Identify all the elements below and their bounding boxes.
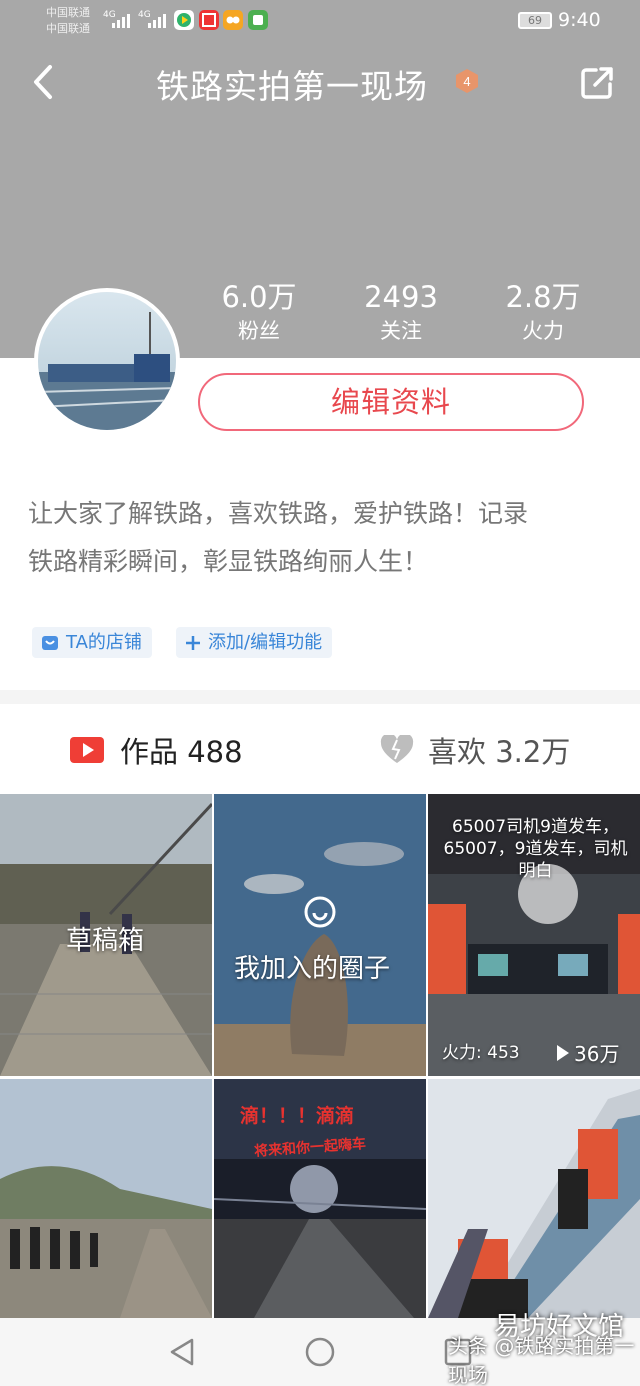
signal-1-icon [112,12,130,28]
play-icon [557,1044,569,1061]
share-icon[interactable] [578,64,616,102]
profile-screen: 中国联通 中国联通 4G 4G 69 9:40 铁路实拍第一现场 4 6.0万 … [0,0,640,1386]
stat-fans-label: 粉丝 [238,319,280,343]
stat-following-value: 2493 [364,280,438,314]
circle-label: 我加入的圈子 [234,954,391,984]
stat-fans-value: 6.0万 [221,280,297,314]
stat-fire-label: 火力 [522,319,564,343]
post-tile-1-image [0,1079,212,1318]
section-divider [0,690,640,704]
add-feature-chip[interactable]: 添加/编辑功能 [176,627,333,658]
watermark-author: 头条 @铁路实拍第一现场 [448,1334,635,1386]
shop-icon [42,635,58,650]
post-tile-3-image [428,1079,640,1318]
signal-2-icon [148,12,166,28]
circle-smile-icon [304,896,336,932]
battery-icon: 69 [518,12,552,29]
nav-back-icon[interactable] [164,1332,204,1372]
level-badge-text: 4 [463,74,470,89]
plus-icon [186,635,200,650]
reader-app-icon [248,10,268,30]
video-play-icon [70,737,104,763]
bio-line-1: 让大家了解铁路，喜欢铁路，爱护铁路！记录 [28,499,529,528]
video-caption: 65007司机9道发车，65007，9道发车，司机明白 [443,817,628,881]
drafts-label: 草稿箱 [66,926,145,956]
bio-line-2: 铁路精彩瞬间，彰显铁路绚丽人生！ [28,547,429,576]
post-2-text-1: 滴！！！滴滴 [240,1105,355,1127]
video-fire-count: 火力: 453 [442,1043,520,1063]
status-bar: 中国联通 中国联通 4G 4G 69 9:40 [0,0,640,44]
drafts-tile[interactable]: 草稿箱 [0,794,212,1076]
stat-fire[interactable]: 2.8万 火力 [488,278,598,346]
heart-icon [380,735,414,763]
nav-home-icon[interactable] [300,1332,340,1372]
page-title: 铁路实拍第一现场 [156,67,428,106]
video-tile[interactable]: 65007司机9道发车，65007，9道发车，司机明白 火力: 453 36万 [428,794,640,1076]
back-arrow-icon[interactable] [30,62,66,102]
post-tile-2[interactable]: 滴！！！滴滴 将来和你一起嗨车 [214,1079,426,1318]
post-tile-1[interactable] [0,1079,212,1318]
audio-app-icon [199,10,219,30]
avatar[interactable] [34,288,180,434]
stat-following[interactable]: 2493 关注 [346,278,456,346]
shop-chip-label: TA的店铺 [66,632,142,653]
video-plays-count: 36万 [574,1042,620,1066]
stat-fire-value: 2.8万 [505,280,581,314]
carrier-labels: 中国联通 中国联通 [46,5,90,37]
tab-works-label: 作品 488 [120,735,243,769]
tab-works[interactable]: 作品 488 [70,728,243,772]
tab-likes-label: 喜欢 3.2万 [428,735,571,769]
video-app-icon [174,10,194,30]
video-plays: 36万 [556,1038,619,1067]
profile-bio: 让大家了解铁路，喜欢铁路，爱护铁路！记录 铁路精彩瞬间，彰显铁路绚丽人生！ [28,490,618,586]
clock: 9:40 [558,9,601,31]
stat-following-label: 关注 [380,319,422,343]
circle-tile-image [214,794,426,1076]
carrier-1: 中国联通 [46,6,90,19]
carrier-2: 中国联通 [46,22,90,35]
add-feature-chip-label: 添加/编辑功能 [208,632,323,653]
post-tile-3[interactable] [428,1079,640,1318]
tab-likes[interactable]: 喜欢 3.2万 [380,728,570,772]
game-app-icon [223,10,243,30]
level-badge-icon: 4 [454,68,480,94]
circle-tile[interactable]: 我加入的圈子 [214,794,426,1076]
edit-profile-button[interactable]: 编辑资料 [198,373,584,431]
stat-fans[interactable]: 6.0万 粉丝 [204,278,314,346]
shop-chip[interactable]: TA的店铺 [32,627,152,658]
